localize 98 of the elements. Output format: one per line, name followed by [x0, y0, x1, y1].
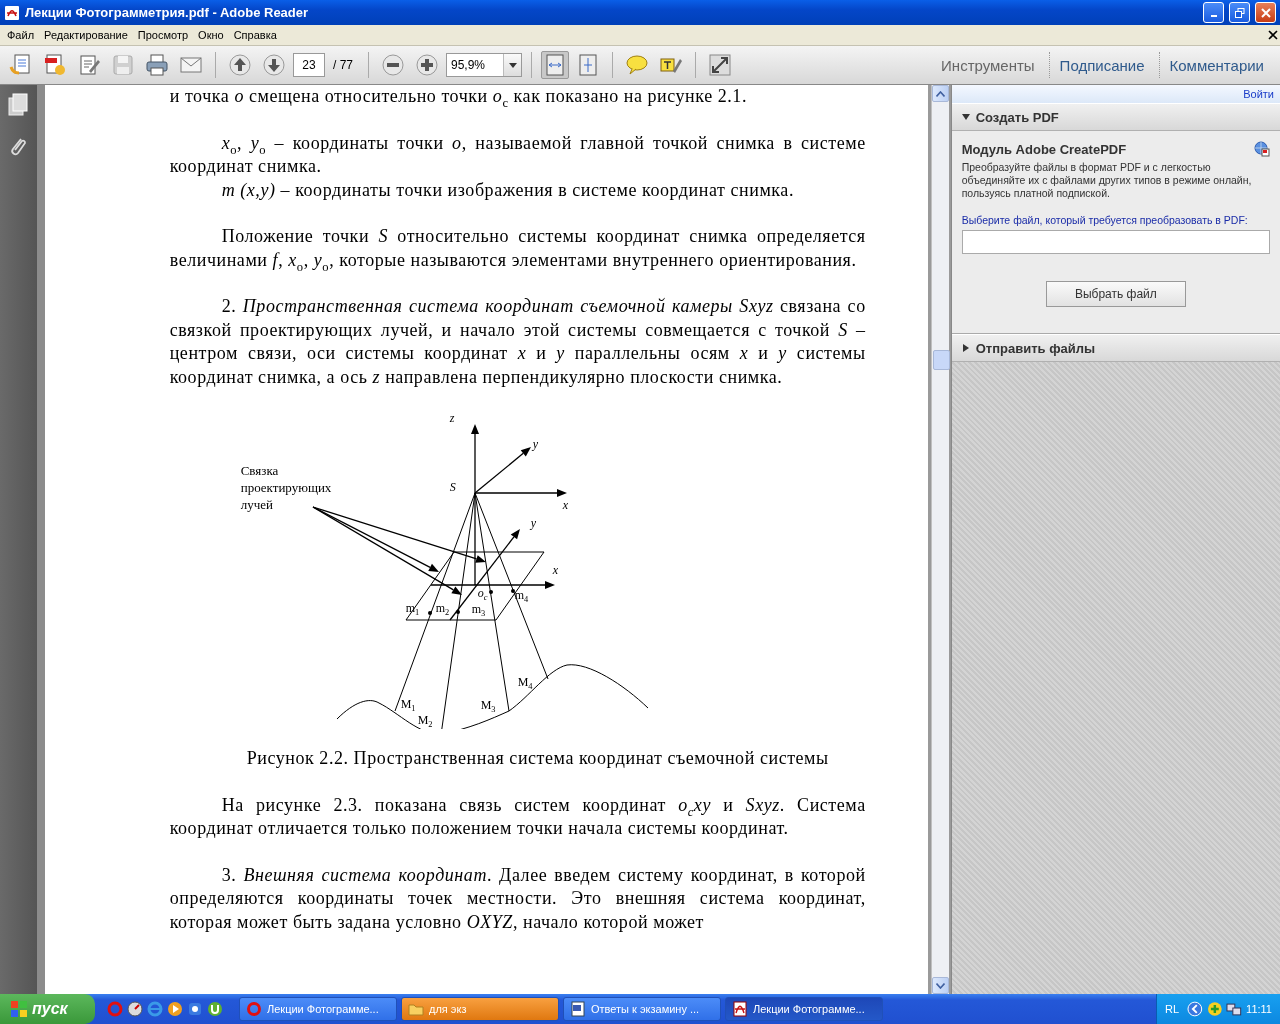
page-number-field[interactable]: 23 [293, 53, 325, 77]
fit-width-icon [543, 53, 567, 77]
restore-button[interactable] [1229, 2, 1250, 23]
globe-document-icon [1254, 141, 1270, 157]
pdf-file-icon [4, 4, 20, 21]
menu-item[interactable]: Справка [228, 29, 282, 41]
clock: 11:11 [1246, 1003, 1272, 1015]
chevron-left-icon[interactable] [1187, 1001, 1203, 1017]
sign-in-link[interactable]: Войти [1243, 88, 1274, 100]
file-prompt: Выберите файл, который требуется преобразовать в PDF: [961, 214, 1249, 226]
scroll-up-button[interactable] [931, 85, 949, 102]
z-axis-arrow [470, 424, 479, 494]
module-description: Преобразуйте файлы в формат PDF и с легкостью объединяйте их с файлами других типов в режиме онлайн, пользуясь платной подпиской. [961, 161, 1253, 200]
paragraph: m (x,y) – координаты точки изображения в системе координат снимка. [220, 178, 795, 202]
figure-label: x [552, 563, 558, 577]
figure-label: m$_{1}$ [405, 601, 420, 615]
taskbar-button[interactable]: Лекции Фотограмме... [725, 997, 883, 1021]
print-icon [145, 53, 169, 77]
gauge-icon[interactable] [127, 1001, 143, 1017]
toolbar-tab[interactable]: Инструменты [931, 52, 1045, 78]
create-pdf-icon [43, 53, 67, 77]
taskbar-button[interactable]: Ответы к экзамину ... [563, 997, 721, 1021]
toolbar-tab[interactable]: Подписание [1048, 52, 1155, 78]
zoom-out-icon [381, 53, 405, 77]
restore-icon [1234, 7, 1245, 18]
network-icon[interactable] [1226, 1001, 1243, 1017]
image-point-dot [488, 590, 493, 594]
page-count: / 77 [333, 58, 353, 72]
u-letter-icon[interactable] [207, 1001, 223, 1017]
scroll-thumb[interactable] [932, 350, 950, 370]
pages-icon[interactable] [7, 93, 30, 117]
paragraph: 2. Пространственная система координат съемочной камеры Sxyz связана со связкой проектирующих лучей, и начало этой системы совмещается с точкой S – центром связи, оси системы координат x и y параллельны осям x и y системы координат снимка, а ось z направлена перпендикулярно плоскости снимка. [169, 295, 866, 389]
section-title: Отправить файлы [975, 340, 1096, 356]
edit-icon [77, 53, 101, 77]
close-button[interactable] [1255, 2, 1276, 23]
figure-label: M$_{4}$ [517, 675, 533, 689]
full-screen-icon [708, 53, 732, 77]
figure-label: m$_{3}$ [471, 602, 486, 616]
toolbar-tab[interactable]: Комментарии [1158, 52, 1274, 78]
figure-label: m$_{2}$ [435, 601, 450, 615]
y-axis-arrow [474, 447, 531, 494]
ring-icon [246, 1001, 262, 1017]
open-icon [9, 53, 33, 77]
scroll-down-button[interactable] [931, 977, 949, 994]
minimize-button[interactable] [1203, 2, 1224, 23]
fit-page-icon [576, 53, 600, 77]
figure-label: M$_{2}$ [417, 713, 433, 727]
zoom-field[interactable]: 95,9% [446, 53, 522, 77]
image-point-dot [427, 611, 432, 615]
pdf-file-icon [732, 1001, 748, 1017]
menu-item[interactable]: Просмотр [132, 29, 194, 41]
zoom-in-icon [415, 53, 439, 77]
menu-item[interactable]: Файл [2, 29, 40, 41]
play-icon[interactable] [167, 1001, 183, 1017]
zoom-dropdown-button[interactable] [503, 54, 521, 76]
paragraph: Положение точки S относительно системы координат снимка определяется величинами f, x$_{o}$, y$_{o}$, которые называются элементами внутреннего ориентирования. [169, 225, 866, 272]
close-icon [1260, 7, 1271, 18]
save-icon [111, 53, 135, 77]
previous-page-icon [228, 53, 252, 77]
folder-icon [408, 1001, 424, 1017]
taskbar-button[interactable]: Лекции Фотограмме... [239, 997, 397, 1021]
figure-caption: Рисунок 2.2. Пространственная система координат съемочной системы [245, 747, 830, 770]
panel-section-header[interactable]: Создать PDF [951, 103, 1280, 131]
next-page-icon [262, 53, 286, 77]
module-title: Модуль Adobe CreatePDF [961, 141, 1127, 157]
windows-flag-icon [10, 1000, 28, 1018]
figure-label: y [532, 437, 538, 451]
paragraph: 3. Внешняя система координат. Далее введем систему координат, в которой определяются координаты точек местности. Это внешняя система координат, которая может быть задана условно OXYZ, начало которой может [169, 863, 866, 934]
paragraph: На рисунке 2.3. показана связь систем координат o$_{c}$xy и Sxyz. Система координат отличается только положением точки начала системы координат. [169, 793, 866, 840]
paragraph: x$_{o}$, y$_{o}$ – координаты точки o, называемой главной точкой снимка в системе координат снимка. [169, 131, 866, 178]
chevron-up-icon [935, 90, 945, 97]
fit-width-button[interactable] [541, 51, 569, 79]
minimize-icon [1210, 14, 1217, 17]
image-point-dot [510, 589, 515, 593]
section-title: Создать PDF [975, 109, 1059, 125]
figure-label: y [530, 516, 536, 530]
app-icon[interactable] [187, 1001, 203, 1017]
panel-section-header[interactable]: Отправить файлы [951, 334, 1280, 362]
menu-item[interactable]: Редактирование [39, 29, 133, 41]
figure-label: x [562, 498, 568, 512]
choose-file-button[interactable]: Выбрать файл [1045, 281, 1186, 307]
window-title: Лекции Фотограмметрия.pdf - Adobe Reader [25, 5, 310, 20]
figure-label: M$_{3}$ [480, 698, 496, 712]
figure-label: M$_{1}$ [400, 697, 416, 711]
file-path-field[interactable] [961, 230, 1270, 254]
image-point-dot [455, 610, 460, 614]
document-icon [570, 1001, 586, 1017]
figure-label: S [449, 480, 456, 494]
paragraph: и точка o смещена относительно точки o$_{c}$ как показано на рисунке 2.1. [169, 85, 748, 109]
chevron-down-icon [935, 982, 945, 989]
figure-label: z [449, 411, 455, 425]
callout-label: Связка проектирующих лучей [240, 462, 333, 513]
figure-label: o$_{c}$ [477, 586, 488, 600]
comment-icon [625, 53, 649, 77]
caret-icon [508, 62, 517, 68]
close-document-icon[interactable] [1268, 30, 1278, 40]
menu-item[interactable]: Окно [193, 29, 229, 41]
figure-label: m$_{4}$ [514, 588, 529, 602]
